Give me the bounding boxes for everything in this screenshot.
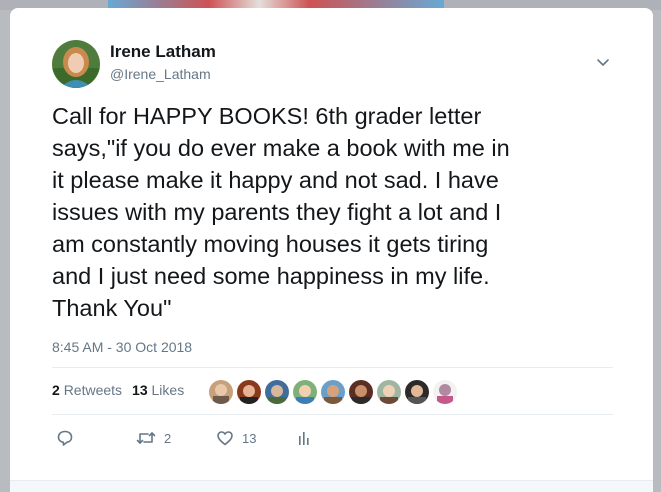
tweet-text: Call for HAPPY BOOKS! 6th grader letter … (52, 103, 510, 321)
retweets-count: 2 (52, 382, 60, 398)
likes-label: Likes (151, 382, 185, 398)
liker-avatar[interactable] (264, 379, 290, 405)
background-banner-image (108, 0, 444, 8)
retweets-stat[interactable]: 2 Retweets (52, 382, 122, 398)
liker-avatar[interactable] (432, 379, 458, 405)
chevron-down-icon[interactable] (594, 56, 612, 70)
like-button[interactable]: 13 (216, 428, 256, 448)
liker-avatar[interactable] (348, 379, 374, 405)
liker-avatar[interactable] (236, 379, 262, 405)
divider-top (52, 367, 613, 368)
reply-button[interactable] (56, 428, 82, 448)
analytics-button[interactable] (296, 428, 312, 448)
liker-avatar[interactable] (292, 379, 318, 405)
analytics-icon (296, 429, 312, 447)
liker-avatar[interactable] (320, 379, 346, 405)
reply-icon (56, 429, 74, 447)
retweet-icon (136, 429, 156, 447)
author-avatar[interactable] (52, 40, 100, 88)
author-handle[interactable]: @Irene_Latham (110, 66, 211, 82)
likes-count: 13 (132, 382, 148, 398)
retweet-button[interactable]: 2 (136, 428, 171, 448)
liker-avatar[interactable] (404, 379, 430, 405)
tweet-stats: 2 Retweets 13 Likes (52, 382, 184, 398)
retweet-count: 2 (164, 430, 172, 446)
divider-bottom (52, 414, 613, 415)
heart-icon (216, 429, 234, 447)
retweets-label: Retweets (63, 382, 123, 398)
author-name[interactable]: Irene Latham (110, 42, 216, 62)
tweet-timestamp[interactable]: 8:45 AM - 30 Oct 2018 (52, 339, 192, 355)
tweet-card: Irene Latham @Irene_Latham Call for HAPP… (10, 8, 653, 492)
likes-stat[interactable]: 13 Likes (132, 382, 184, 398)
liker-avatar[interactable] (208, 379, 234, 405)
tweet-actions: 2 13 (10, 428, 653, 452)
like-count: 13 (242, 430, 257, 446)
liker-avatar[interactable] (376, 379, 402, 405)
reply-area (10, 480, 653, 492)
